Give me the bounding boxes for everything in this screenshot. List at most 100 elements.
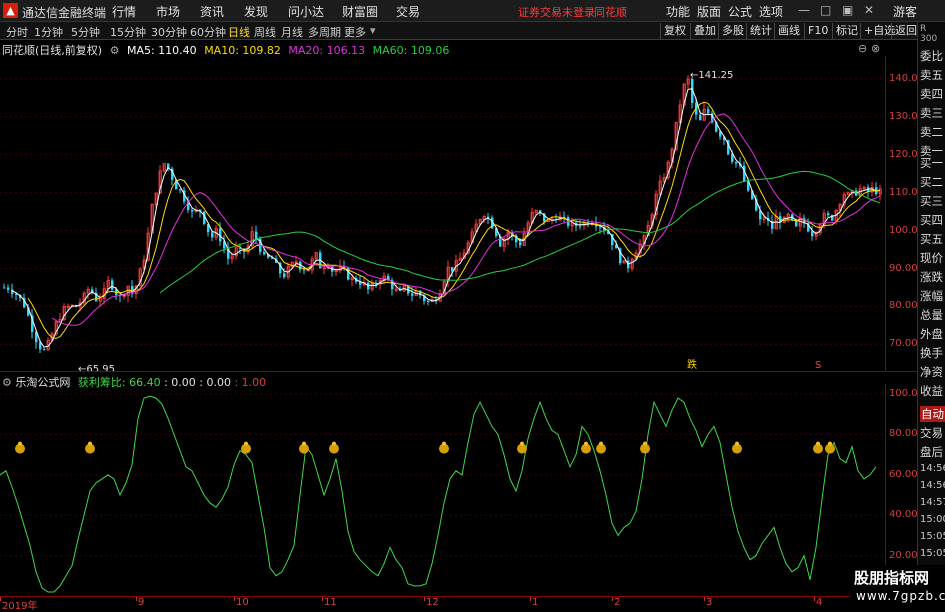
maximize-icon[interactable]: ▣	[842, 3, 853, 17]
tf-1min[interactable]: 1分钟	[34, 24, 63, 40]
minimize-icon[interactable]: —	[798, 3, 810, 17]
price-axis: 140.00 130.00 120.00 110.00 100.00 90.00 80.00…	[885, 56, 924, 371]
panel-change: 涨跌	[920, 270, 943, 284]
money-bag-signal-icon	[596, 441, 606, 454]
menu-layout[interactable]: 版面	[697, 3, 721, 20]
btn-multi-stock[interactable]: 多股	[718, 23, 747, 39]
tf-monthly[interactable]: 月线	[281, 24, 303, 40]
candle-body	[111, 280, 114, 290]
chart-zoom-out-icon[interactable]: ⊖	[858, 42, 867, 55]
price-tick-label: 90.00	[889, 262, 918, 274]
candle-body	[811, 231, 814, 237]
ma-legend: 同花顺(日线,前复权) ⚙ MA5: 110.40 MA10: 109.82 M…	[2, 42, 453, 57]
indicator-chart[interactable]	[0, 384, 885, 596]
indicator-tick-label: 20.00	[889, 549, 918, 561]
menu-trade[interactable]: 交易	[396, 3, 420, 20]
money-bag-signal-icon	[15, 441, 25, 454]
quote-side-panel: R 300 委比 卖五 卖四 卖三 卖二 卖一 买一 买二 买三 买四 买五 现…	[917, 22, 945, 609]
tf-60min[interactable]: 60分钟	[190, 24, 226, 40]
menu-market[interactable]: 市场	[156, 3, 180, 20]
ma20-line	[51, 113, 881, 326]
panel-bid2: 买二	[920, 175, 943, 189]
money-bag-signal-icon	[813, 441, 823, 454]
guest-account[interactable]: 游客	[893, 3, 917, 20]
ma5-line	[11, 88, 881, 348]
date-axis-label: 4	[816, 597, 823, 608]
btn-overlay[interactable]: 叠加	[690, 23, 719, 39]
candle-body	[43, 349, 46, 351]
menu-news[interactable]: 资讯	[200, 3, 224, 20]
panel-ask3: 卖三	[920, 106, 943, 120]
btn-mark[interactable]: 标记	[832, 23, 861, 39]
panel-ask4: 卖四	[920, 87, 943, 101]
menu-options[interactable]: 选项	[759, 3, 783, 20]
chart-close-icon[interactable]: ⊗	[871, 42, 880, 55]
app-logo-icon: ▲	[3, 3, 18, 18]
tf-more-chevron-icon[interactable]: ▾	[370, 24, 376, 37]
low-price-label: ←65.95	[78, 364, 115, 371]
money-bag-signal-icon	[640, 441, 650, 454]
menu-formula[interactable]: 公式	[728, 3, 752, 20]
menu-quotes[interactable]: 行情	[112, 3, 136, 20]
panel-price: 现价	[920, 251, 943, 265]
tf-weekly[interactable]: 周线	[254, 24, 276, 40]
panel-ask2: 卖二	[920, 125, 943, 139]
date-axis-tick	[704, 597, 705, 601]
tf-5min[interactable]: 5分钟	[71, 24, 100, 40]
btn-back[interactable]: 返回	[891, 23, 920, 39]
candle-body	[699, 114, 702, 121]
panel-bid4: 买四	[920, 213, 943, 227]
panel-wb: 委比	[920, 49, 943, 63]
panel-after-tab[interactable]: 盘后	[920, 444, 943, 460]
btn-adjust[interactable]: 复权	[660, 23, 689, 39]
candle-body	[579, 225, 582, 227]
close-icon[interactable]: ✕	[864, 3, 874, 17]
money-bag-signal-icon	[517, 441, 527, 454]
indicator-tick-label: 100.0	[889, 388, 918, 400]
profit-ratio-line	[0, 395, 877, 593]
tf-more[interactable]: 更多	[344, 24, 366, 40]
candle-body	[735, 161, 738, 164]
panel-trade-tab[interactable]: 交易	[920, 425, 943, 441]
money-bag-signal-icon	[732, 441, 742, 454]
tf-daily[interactable]: 日线	[228, 24, 250, 40]
date-axis-tick	[136, 597, 137, 601]
login-warning[interactable]: 证券交易未登录	[518, 4, 595, 20]
panel-300-button[interactable]: 300	[920, 34, 937, 44]
candle-body	[211, 232, 214, 238]
price-tick-label: 70.00	[889, 338, 918, 350]
menu-discover[interactable]: 发现	[244, 3, 268, 20]
site-watermark: 股朋指标网 www.7gpzb.com	[850, 565, 945, 609]
restore-icon[interactable]: □	[820, 3, 831, 17]
candle-body	[519, 242, 522, 246]
money-bag-signal-icon	[299, 441, 309, 454]
panel-turnover: 换手	[920, 346, 943, 360]
candle-body	[255, 231, 258, 239]
btn-stats[interactable]: 统计	[746, 23, 775, 39]
price-tick-label: 80.00	[889, 300, 918, 312]
candle-body	[191, 210, 194, 212]
candle-body	[827, 213, 830, 216]
tf-30min[interactable]: 30分钟	[151, 24, 187, 40]
date-axis-tick	[530, 597, 531, 601]
btn-f10[interactable]: F10	[804, 23, 831, 39]
stock-name-header: 同花顺	[594, 6, 627, 19]
tf-multi[interactable]: 多周期	[308, 24, 341, 40]
panel-auto-tab[interactable]: 自动	[920, 406, 945, 422]
indicator-tick-label: 60.00	[889, 468, 918, 480]
date-axis-tick	[612, 597, 613, 601]
tf-intraday[interactable]: 分时	[6, 24, 28, 40]
menu-fortune[interactable]: 财富圈	[342, 3, 378, 20]
candle-body	[303, 269, 306, 271]
menu-function[interactable]: 功能	[666, 3, 690, 20]
tf-15min[interactable]: 15分钟	[110, 24, 146, 40]
menu-xiaoda[interactable]: 问小达	[288, 3, 324, 20]
date-axis-label: 10	[236, 597, 249, 608]
panel-r-button[interactable]: R	[920, 24, 926, 34]
price-chart[interactable]: ←141.25 ←65.95 跌 S	[0, 56, 885, 371]
btn-draw[interactable]: 画线	[774, 23, 803, 39]
candle-body	[263, 252, 266, 255]
panel-pct: 涨幅	[920, 289, 943, 303]
money-bag-signal-icon	[241, 441, 251, 454]
high-price-label: ←141.25	[690, 70, 733, 81]
